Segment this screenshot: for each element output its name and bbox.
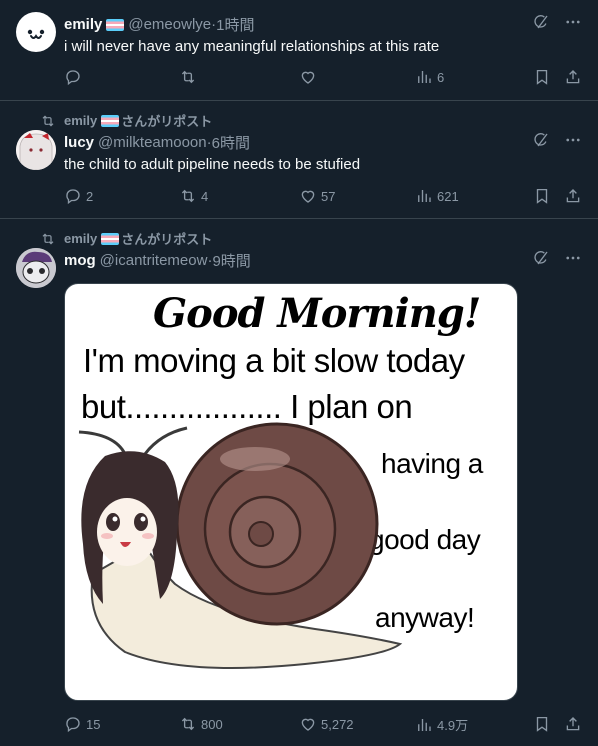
user-handle[interactable]: @milkteamooon bbox=[98, 134, 207, 151]
avatar-cat-icon bbox=[16, 248, 56, 288]
retweet-icon bbox=[179, 187, 197, 205]
user-handle[interactable]: @icantritemeow bbox=[100, 252, 208, 269]
tweet-top-icons bbox=[532, 13, 582, 31]
avatar[interactable] bbox=[16, 130, 56, 170]
avatar[interactable] bbox=[16, 12, 56, 52]
like-count: 57 bbox=[321, 188, 336, 204]
heart-icon bbox=[299, 715, 317, 733]
share-icon bbox=[564, 187, 582, 205]
reply-icon bbox=[64, 187, 82, 205]
tweet-text: i will never have any meaningful relatio… bbox=[64, 38, 440, 55]
tweet-actions: 15 800 5,272 4.9万 bbox=[64, 715, 582, 735]
reply-button[interactable]: 2 bbox=[64, 187, 93, 205]
retweet-indicator: emily さんがリポスト bbox=[40, 111, 212, 130]
display-name[interactable]: mog bbox=[64, 252, 96, 269]
reply-count: 2 bbox=[86, 188, 94, 204]
retweet-count: 800 bbox=[201, 716, 223, 732]
reply-button[interactable]: 15 bbox=[64, 715, 100, 733]
share-icon bbox=[564, 68, 582, 86]
retweet-button[interactable]: 4 bbox=[179, 187, 208, 205]
like-button[interactable] bbox=[299, 68, 321, 86]
bookmark-icon bbox=[533, 715, 551, 733]
timestamp[interactable]: 1時間 bbox=[216, 14, 254, 35]
share-button[interactable] bbox=[564, 715, 582, 733]
tweet-header: lucy @milkteamooon · 6時間 bbox=[64, 132, 250, 153]
retweet-indicator: emily さんがリポスト bbox=[40, 229, 212, 248]
tweet-header: emily @emeowlye · 1時間 bbox=[64, 14, 254, 35]
views-icon bbox=[415, 716, 433, 734]
grok-icon[interactable] bbox=[532, 13, 550, 31]
tweet-actions: 6 bbox=[64, 68, 582, 88]
tweet-text: the child to adult pipeline needs to be … bbox=[64, 156, 361, 173]
heart-icon bbox=[299, 68, 317, 86]
tweet-1[interactable]: emily @emeowlye · 1時間 i will never have … bbox=[0, 0, 598, 101]
retweet-icon bbox=[179, 715, 197, 733]
more-options-icon[interactable] bbox=[564, 131, 582, 149]
reply-icon bbox=[64, 68, 82, 86]
tweet-actions: 2 4 57 621 bbox=[64, 187, 582, 207]
retweet-count: 4 bbox=[201, 188, 209, 204]
grok-icon[interactable] bbox=[532, 249, 550, 267]
retweet-icon bbox=[40, 231, 56, 247]
snail-girl-illustration bbox=[78, 422, 403, 669]
timestamp[interactable]: 6時間 bbox=[212, 132, 250, 153]
retweet-icon bbox=[179, 68, 197, 86]
trans-flag-icon bbox=[106, 18, 125, 31]
tweet-2[interactable]: emily さんがリポスト lucy @milkteamooon · 6時間 t… bbox=[0, 101, 598, 219]
views-icon bbox=[415, 187, 433, 205]
like-count: 5,272 bbox=[321, 716, 354, 732]
bookmark-icon bbox=[533, 187, 551, 205]
tweet-top-icons bbox=[532, 131, 582, 149]
bookmark-button[interactable] bbox=[533, 187, 551, 205]
like-button[interactable]: 5,272 bbox=[299, 715, 354, 733]
bookmark-button[interactable] bbox=[533, 68, 551, 86]
avatar-anime-girl-icon bbox=[16, 130, 56, 170]
reply-button[interactable] bbox=[64, 68, 86, 86]
share-button[interactable] bbox=[564, 68, 582, 86]
retweet-button[interactable] bbox=[179, 68, 201, 86]
display-name[interactable]: lucy bbox=[64, 134, 94, 151]
views-count: 621 bbox=[437, 188, 459, 204]
tweet-header: mog @icantritemeow · 9時間 bbox=[64, 250, 251, 271]
like-button[interactable]: 57 bbox=[299, 187, 335, 205]
retweet-icon bbox=[40, 113, 56, 129]
grok-icon[interactable] bbox=[532, 131, 550, 149]
views-count: 6 bbox=[437, 69, 445, 85]
views-button[interactable]: 621 bbox=[415, 187, 459, 205]
views-button[interactable]: 6 bbox=[415, 68, 444, 86]
user-handle[interactable]: @emeowlye bbox=[128, 16, 211, 33]
retweet-suffix: さんがリポスト bbox=[121, 114, 213, 129]
share-button[interactable] bbox=[564, 187, 582, 205]
share-icon bbox=[564, 715, 582, 733]
bookmark-button[interactable] bbox=[533, 715, 551, 733]
views-button[interactable]: 4.9万 bbox=[415, 715, 468, 734]
display-name[interactable]: emily bbox=[64, 16, 102, 33]
heart-icon bbox=[299, 187, 317, 205]
views-count: 4.9万 bbox=[437, 718, 469, 733]
avatar[interactable] bbox=[16, 248, 56, 288]
more-options-icon[interactable] bbox=[564, 249, 582, 267]
avatar-face-icon bbox=[27, 29, 45, 39]
reply-icon bbox=[64, 715, 82, 733]
retweet-suffix: さんがリポスト bbox=[121, 232, 213, 247]
trans-flag-icon bbox=[101, 232, 120, 245]
retweeted-by-name[interactable]: emily bbox=[64, 113, 97, 128]
more-options-icon[interactable] bbox=[564, 13, 582, 31]
trans-flag-icon bbox=[101, 114, 120, 127]
timestamp[interactable]: 9時間 bbox=[212, 250, 250, 271]
retweet-button[interactable]: 800 bbox=[179, 715, 223, 733]
tweet-media-image[interactable]: Good Morning! I'm moving a bit slow toda… bbox=[64, 283, 518, 701]
reply-count: 15 bbox=[86, 716, 101, 732]
bookmark-icon bbox=[533, 68, 551, 86]
retweeted-by-name[interactable]: emily bbox=[64, 231, 97, 246]
views-icon bbox=[415, 68, 433, 86]
tweet-top-icons bbox=[532, 249, 582, 267]
